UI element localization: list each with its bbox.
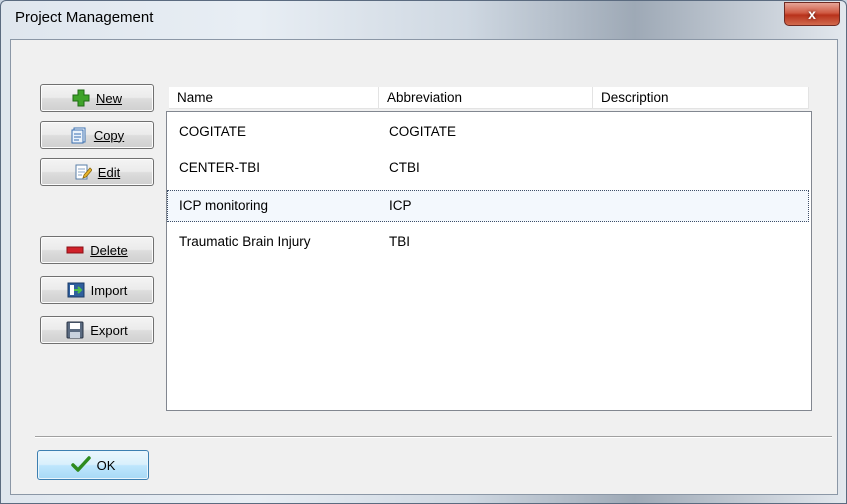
dialog-client-area: New Copy Edit Delete Import Export Name … <box>10 39 838 495</box>
table-row-selected[interactable]: ICP monitoring ICP <box>167 190 809 222</box>
dialog-window: Project Management x New Copy Edit Delet… <box>0 0 847 504</box>
delete-button[interactable]: Delete <box>40 236 154 264</box>
close-icon: x <box>808 6 816 22</box>
row-name: CENTER-TBI <box>179 160 260 175</box>
copy-button-label: Copy <box>93 127 125 143</box>
row-abbreviation: CTBI <box>389 160 420 175</box>
edit-button[interactable]: Edit <box>40 158 154 186</box>
ok-button-label: OK <box>96 457 116 473</box>
table-row[interactable]: CENTER-TBI CTBI <box>167 152 809 184</box>
window-title: Project Management <box>15 9 154 26</box>
import-button-label: Import <box>90 282 128 298</box>
row-name: COGITATE <box>179 124 246 139</box>
column-header-abbreviation[interactable]: Abbreviation <box>379 87 593 108</box>
export-button[interactable]: Export <box>40 316 154 344</box>
import-button[interactable]: Import <box>40 276 154 304</box>
row-name: ICP monitoring <box>179 198 269 213</box>
new-button[interactable]: New <box>40 84 154 112</box>
project-list[interactable]: COGITATE COGITATE CENTER-TBI CTBI ICP mo… <box>166 111 812 411</box>
close-button[interactable]: x <box>784 2 840 26</box>
row-abbreviation: TBI <box>389 234 411 249</box>
table-row[interactable]: Traumatic Brain Injury TBI <box>167 226 809 258</box>
copy-button[interactable]: Copy <box>40 121 154 149</box>
separator <box>35 436 832 438</box>
new-button-label: New <box>95 90 122 106</box>
column-header-name[interactable]: Name <box>169 87 379 108</box>
plus-icon <box>72 89 90 107</box>
table-row[interactable]: COGITATE COGITATE <box>167 116 809 148</box>
title-bar[interactable]: Project Management x <box>1 1 846 35</box>
ok-button[interactable]: OK <box>37 450 149 480</box>
table-header: Name Abbreviation Description <box>169 87 809 109</box>
import-icon <box>67 281 85 299</box>
save-icon <box>66 321 84 339</box>
column-header-description[interactable]: Description <box>593 87 809 108</box>
row-abbreviation: ICP <box>389 198 412 213</box>
minus-icon <box>66 241 84 259</box>
export-button-label: Export <box>90 322 128 338</box>
row-name: Traumatic Brain Injury <box>179 234 311 249</box>
copy-icon <box>70 126 88 144</box>
edit-button-label: Edit <box>97 164 121 180</box>
edit-icon <box>74 163 92 181</box>
row-abbreviation: COGITATE <box>389 124 456 139</box>
checkmark-icon <box>70 455 91 476</box>
delete-button-label: Delete <box>90 242 128 258</box>
